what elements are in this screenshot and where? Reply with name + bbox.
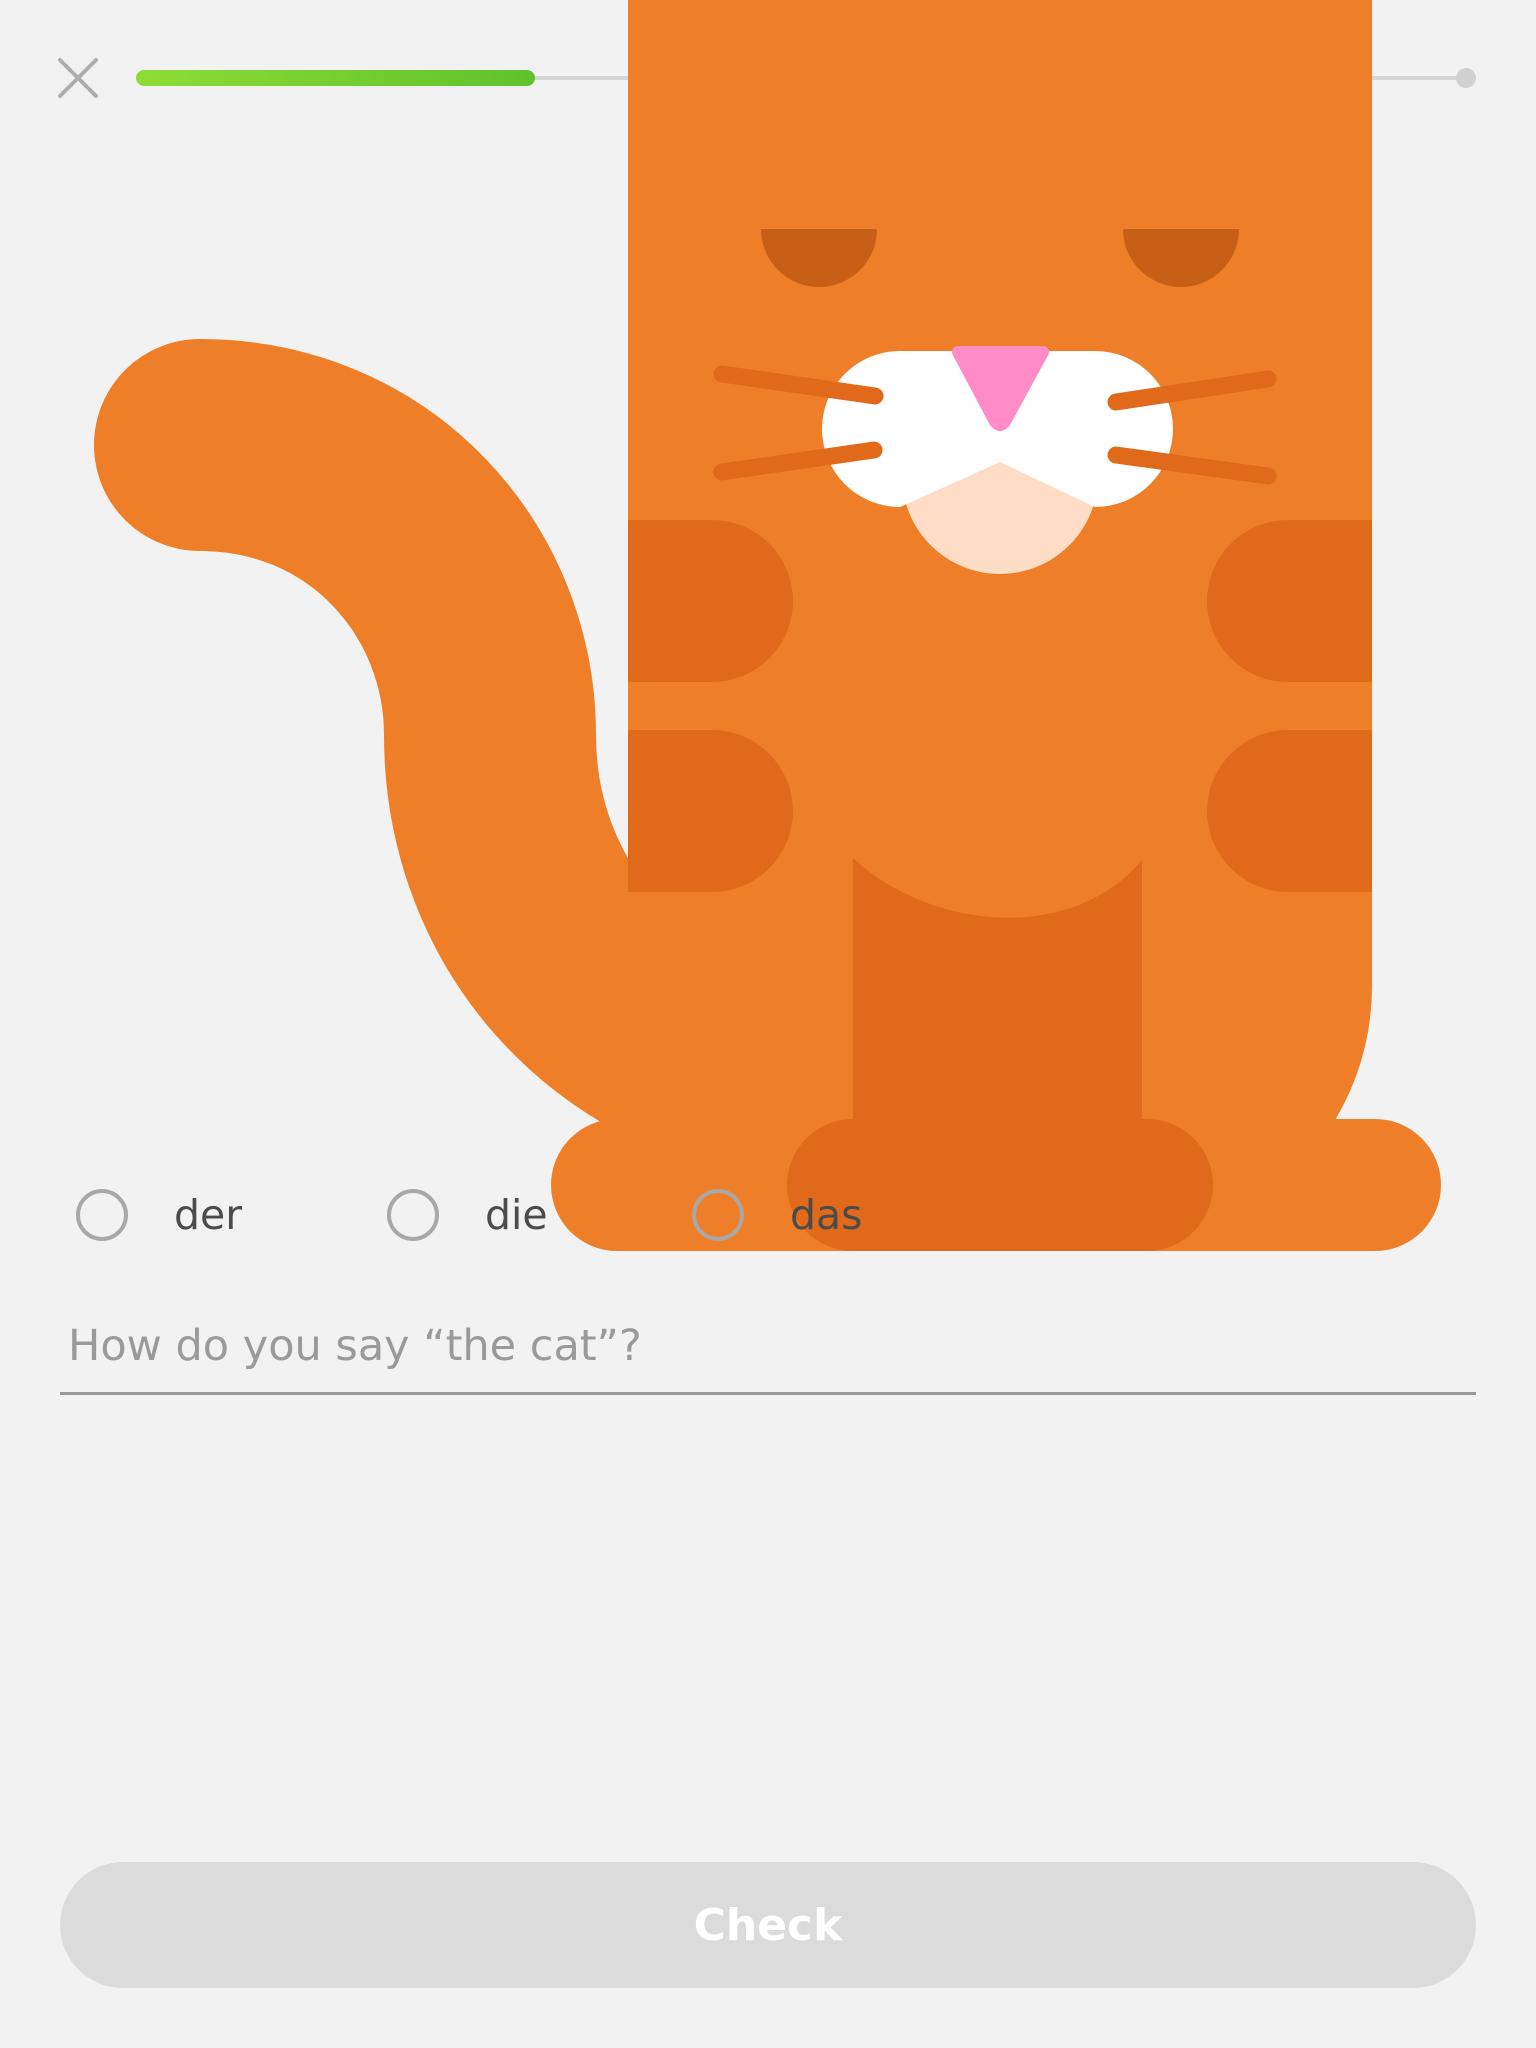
cat-body — [628, 0, 1372, 1250]
check-button[interactable]: Check — [60, 1862, 1476, 1988]
answer-field — [60, 1300, 1476, 1395]
progress-end-dot — [1456, 68, 1476, 88]
radio-button[interactable] — [387, 1189, 439, 1241]
cat-muzzle — [822, 351, 1173, 507]
progress-fill — [136, 70, 535, 86]
cat-eye-right — [1123, 229, 1239, 287]
option-label: das — [790, 1190, 863, 1239]
option-label: die — [485, 1190, 548, 1239]
option-der[interactable]: der — [76, 1180, 242, 1250]
radio-button[interactable] — [76, 1189, 128, 1241]
radio-button[interactable] — [692, 1189, 744, 1241]
option-die[interactable]: die — [387, 1180, 548, 1250]
cat-whiskers — [713, 365, 1277, 485]
close-icon — [58, 58, 98, 98]
cat-spot — [628, 730, 793, 892]
cat-nose — [952, 346, 1049, 431]
cat-spot — [1207, 520, 1372, 682]
option-das[interactable]: das — [692, 1180, 863, 1250]
option-label: der — [174, 1190, 243, 1239]
cat-eye-left — [761, 229, 877, 287]
cat-spot — [628, 520, 793, 682]
cat-belly — [853, 858, 1142, 1120]
progress-track — [136, 70, 1466, 86]
answer-input[interactable] — [68, 1318, 1448, 1374]
cat-mouth — [902, 378, 1098, 574]
cat-illustration — [94, 0, 1441, 1251]
close-button[interactable] — [54, 54, 102, 102]
cat-tail — [94, 339, 946, 1186]
cat-spot — [1207, 730, 1372, 892]
answer-options: der die das — [0, 1180, 1536, 1250]
